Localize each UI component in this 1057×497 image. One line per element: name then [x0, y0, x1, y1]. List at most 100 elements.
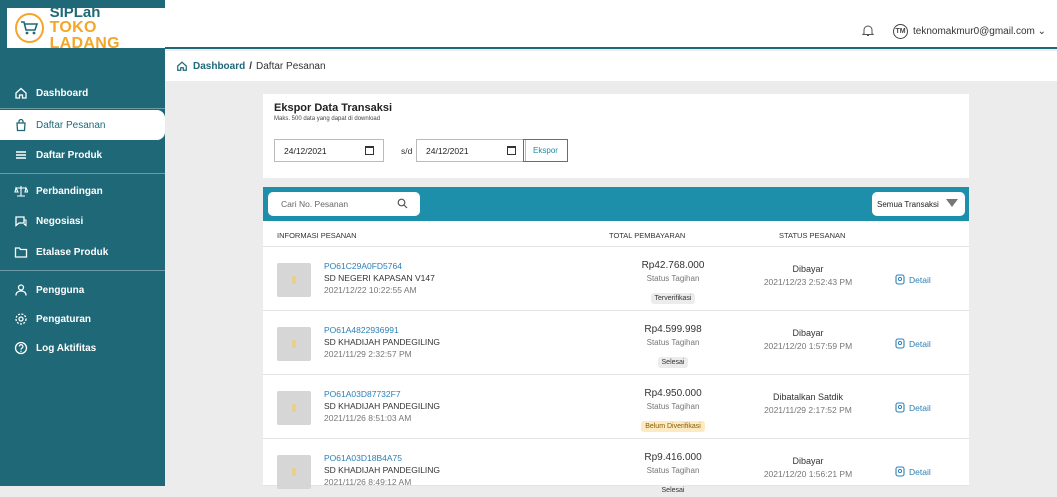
search-placeholder: Cari No. Pesanan	[281, 199, 349, 209]
chat-icon	[15, 216, 27, 227]
order-date: 2021/12/22 10:22:55 AM	[324, 285, 417, 295]
export-button[interactable]: Ekspor	[523, 139, 568, 162]
sidebar-item-label: Dashboard	[36, 87, 89, 99]
order-status: Dibayar	[792, 328, 824, 338]
product-thumbnail	[277, 455, 311, 489]
export-title: Ekspor Data Transaksi	[274, 102, 393, 114]
table-row: PO61A4822936991 SD KHADIJAH PANDEGILING …	[263, 311, 969, 375]
table-toolbar: Cari No. Pesanan Semua Transaksi	[263, 187, 969, 221]
total-amount: Rp9.416.000	[644, 452, 702, 463]
sidebar-item-negosiasi[interactable]: Negosiasi	[0, 206, 165, 236]
sidebar-item-daftar-pesanan[interactable]: Daftar Pesanan	[0, 110, 165, 140]
sidebar-item-log-aktifitas[interactable]: Log Aktifitas	[0, 333, 165, 363]
detail-button[interactable]: Detail	[895, 338, 931, 349]
sidebar-item-pengaturan[interactable]: Pengaturan	[0, 304, 165, 334]
billing-status-label: Status Tagihan	[646, 466, 700, 475]
total-amount: Rp4.950.000	[644, 388, 702, 399]
school-name: SD KHADIJAH PANDEGILING	[324, 337, 441, 347]
sidebar-item-perbandingan[interactable]: Perbandingan	[0, 176, 165, 206]
order-number[interactable]: PO61A4822936991	[324, 325, 399, 335]
sidebar-item-etalase-produk[interactable]: Etalase Produk	[0, 237, 165, 267]
table-header: INFORMASI PESANAN TOTAL PEMBAYARAN STATU…	[263, 221, 969, 247]
calendar-icon[interactable]	[507, 146, 516, 155]
col-total: TOTAL PEMBAYARAN	[609, 231, 686, 240]
export-card: Ekspor Data Transaksi Maks. 500 data yan…	[263, 94, 969, 178]
order-status: Dibayar	[792, 456, 824, 466]
order-number[interactable]: PO61C29A0FD5764	[324, 261, 402, 271]
bell-icon[interactable]	[861, 24, 875, 42]
brand-line1: SIPLah	[49, 3, 101, 21]
order-date: 2021/11/29 2:32:57 PM	[324, 349, 412, 359]
detail-label: Detail	[909, 402, 931, 413]
order-status-date: 2021/12/20 1:57:59 PM	[763, 341, 853, 351]
detail-button[interactable]: Detail	[895, 402, 931, 413]
order-number[interactable]: PO61A03D18B4A75	[324, 453, 402, 463]
billing-status-badge: Selesai	[657, 485, 689, 496]
col-info: INFORMASI PESANAN	[277, 231, 357, 240]
detail-label: Detail	[909, 466, 931, 477]
sidebar-item-label: Log Aktifitas	[36, 342, 97, 354]
date-from-value: 24/12/2021	[284, 145, 327, 156]
breadcrumb-separator: /	[249, 60, 253, 72]
user-icon	[15, 284, 27, 296]
document-icon	[895, 338, 905, 349]
brand-logo[interactable]: SIPLah TOKO LADANG	[7, 3, 165, 51]
avatar[interactable]: TM	[893, 24, 908, 39]
search-input[interactable]: Cari No. Pesanan	[268, 192, 420, 216]
product-thumbnail	[277, 327, 311, 361]
calendar-icon[interactable]	[365, 146, 374, 155]
order-status: Dibatalkan Satdik	[772, 392, 844, 402]
sidebar-item-label: Perbandingan	[36, 185, 103, 197]
product-thumbnail	[277, 263, 311, 297]
chevron-down-icon: ⌄	[1037, 26, 1047, 37]
sidebar-item-label: Pengguna	[36, 284, 85, 296]
detail-button[interactable]: Detail	[895, 274, 931, 285]
topbar	[165, 0, 1057, 49]
breadcrumb-home-label: Dashboard	[193, 60, 246, 72]
sidebar-item-label: Pengaturan	[36, 313, 92, 325]
school-name: SD NEGERI KAPASAN V147	[324, 273, 435, 283]
filter-icon	[946, 199, 958, 207]
order-status-date: 2021/12/23 2:52:43 PM	[763, 277, 853, 287]
billing-status-label: Status Tagihan	[646, 274, 700, 283]
home-icon	[15, 87, 27, 99]
order-status-date: 2021/12/20 1:56:21 PM	[763, 469, 853, 479]
table-row: PO61A03D18B4A75 SD KHADIJAH PANDEGILING …	[263, 439, 969, 496]
search-icon[interactable]	[397, 198, 408, 209]
breadcrumb-home[interactable]: Dashboard	[176, 60, 245, 72]
product-thumbnail	[277, 391, 311, 425]
breadcrumb-bar: Dashboard / Daftar Pesanan	[165, 51, 1057, 81]
billing-status-badge: Terverifikasi	[650, 293, 696, 304]
export-subtitle: Maks. 500 data yang dapat di download	[274, 116, 381, 122]
folder-icon	[14, 247, 28, 258]
user-email: teknomakmur0@gmail.com	[913, 26, 1035, 37]
brand-line2: TOKO LADANG	[49, 18, 120, 52]
detail-label: Detail	[909, 274, 931, 285]
school-name: SD KHADIJAH PANDEGILING	[324, 401, 441, 411]
sidebar-item-pengguna[interactable]: Pengguna	[0, 275, 165, 305]
list-icon	[16, 151, 26, 159]
user-email-dropdown[interactable]: teknomakmur0@gmail.com ⌄	[913, 26, 1046, 37]
sidebar-item-label: Daftar Pesanan	[36, 119, 106, 131]
breadcrumb: Dashboard / Daftar Pesanan	[176, 60, 326, 72]
detail-button[interactable]: Detail	[895, 466, 931, 477]
col-status: STATUS PESANAN	[779, 231, 846, 240]
bag-icon	[16, 118, 26, 132]
transaction-filter[interactable]: Semua Transaksi	[872, 192, 965, 216]
school-name: SD KHADIJAH PANDEGILING	[324, 465, 441, 475]
order-number[interactable]: PO61A03D87732F7	[324, 389, 401, 399]
help-icon	[14, 341, 28, 355]
sidebar: SIPLah TOKO LADANG Dashboard Daftar Pesa…	[0, 0, 165, 486]
table-row: PO61C29A0FD5764 SD NEGERI KAPASAN V147 2…	[263, 247, 969, 311]
date-range-separator: s/d	[401, 146, 413, 156]
scale-icon	[14, 186, 28, 197]
document-icon	[895, 466, 905, 477]
sidebar-item-daftar-produk[interactable]: Daftar Produk	[0, 140, 165, 170]
document-icon	[895, 402, 905, 413]
date-from-input[interactable]: 24/12/2021	[274, 139, 384, 162]
date-to-input[interactable]: 24/12/2021	[416, 139, 526, 162]
sidebar-item-dashboard[interactable]: Dashboard	[0, 78, 165, 108]
total-amount: Rp42.768.000	[641, 260, 705, 271]
gear-icon	[15, 313, 27, 325]
sidebar-item-label: Negosiasi	[36, 215, 84, 227]
